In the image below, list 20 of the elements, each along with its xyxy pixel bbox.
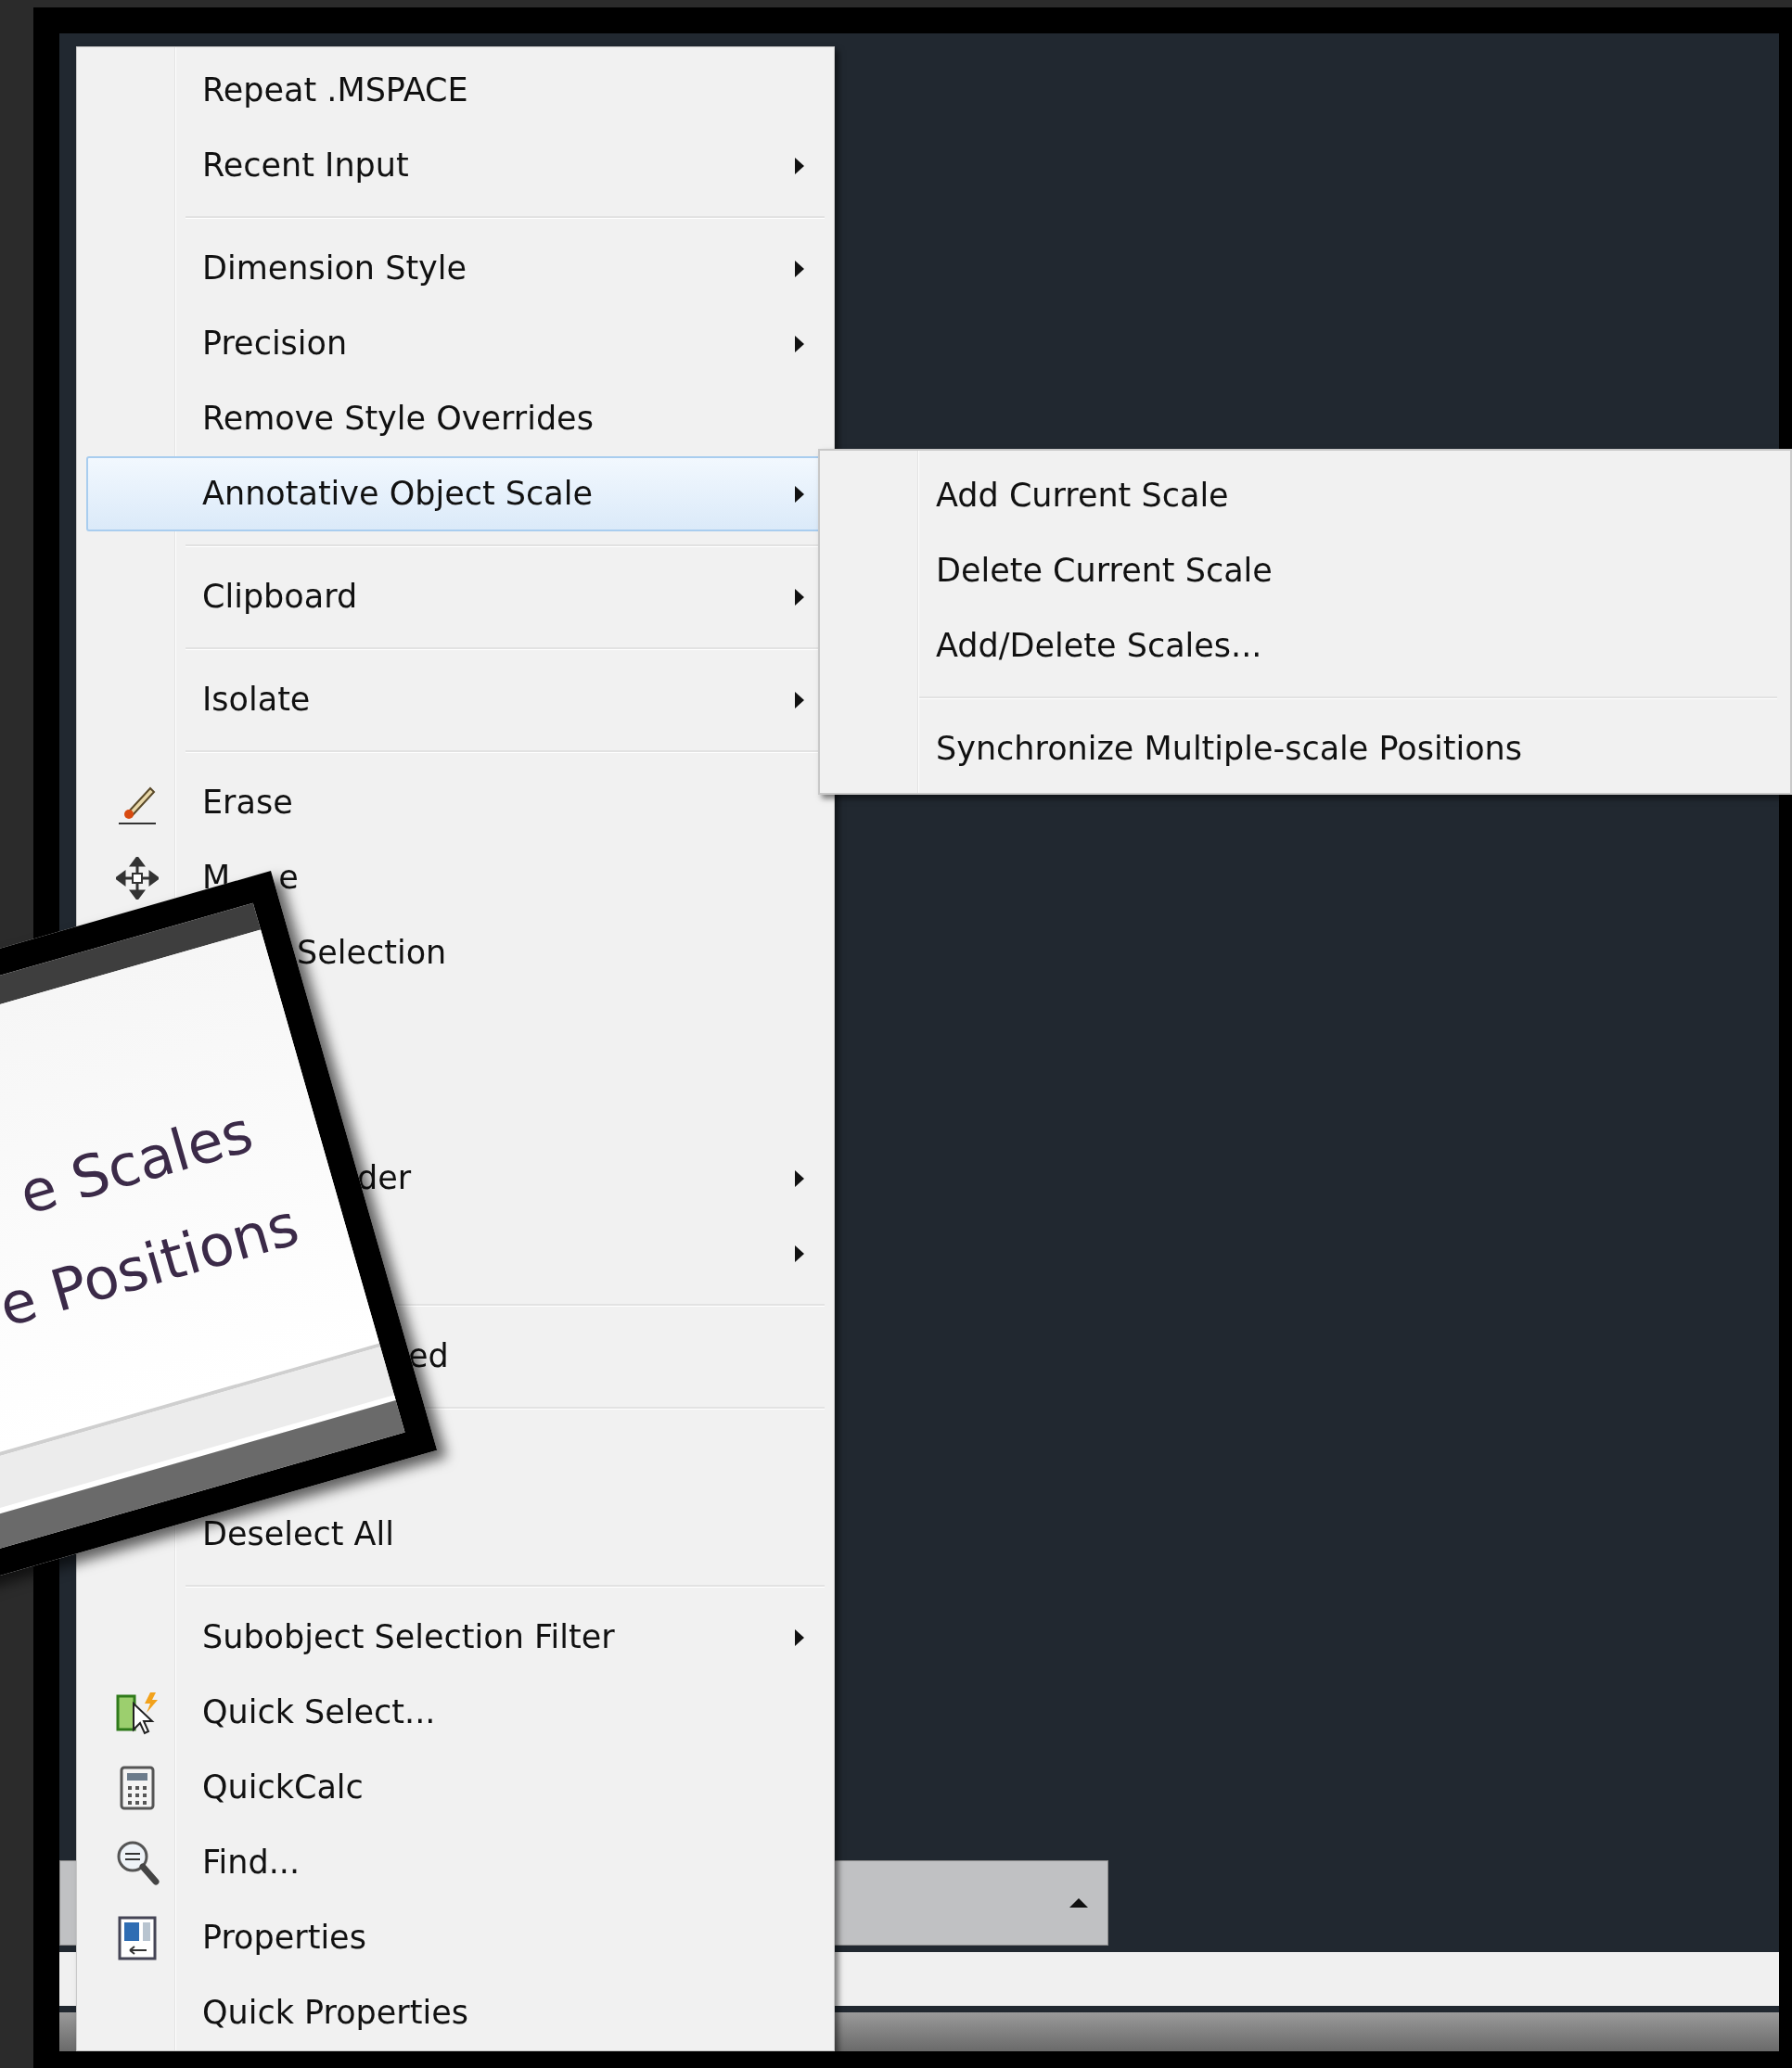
menu-item-label: Properties (202, 1918, 366, 1959)
menu-item-label: Remove Style Overrides (202, 399, 594, 440)
menu-item-label: Isolate (202, 680, 311, 721)
menu-item-label: Erase (202, 783, 293, 823)
menu-item-label: Deselect All (202, 1514, 394, 1555)
menu-item-label: Quick Properties (202, 1993, 468, 2034)
menu-item-label: Precision (202, 324, 348, 364)
menu-item-label: QuickCalc (202, 1768, 364, 1808)
menu-item-label: Subobject Selection Filter (202, 1617, 615, 1658)
menu-item-label: Recent Input (202, 146, 409, 186)
menu-item-label: Repeat .MSPACE (202, 70, 468, 111)
menu-item-label: Quick Select... (202, 1692, 436, 1733)
menu-item-label: Clipboard (202, 577, 358, 618)
menu-item-label: Dimension Style (202, 249, 467, 289)
menu-item-label-fragment: Selection (297, 933, 447, 974)
menu-item-label: Annotative Object Scale (202, 474, 593, 515)
menu-item-label: Find... (202, 1843, 301, 1883)
menu-item-label-fragment: ed (408, 1336, 449, 1377)
menu-item-label-fragment: e (278, 858, 299, 899)
menu-item-label-fragment: der (357, 1158, 412, 1199)
